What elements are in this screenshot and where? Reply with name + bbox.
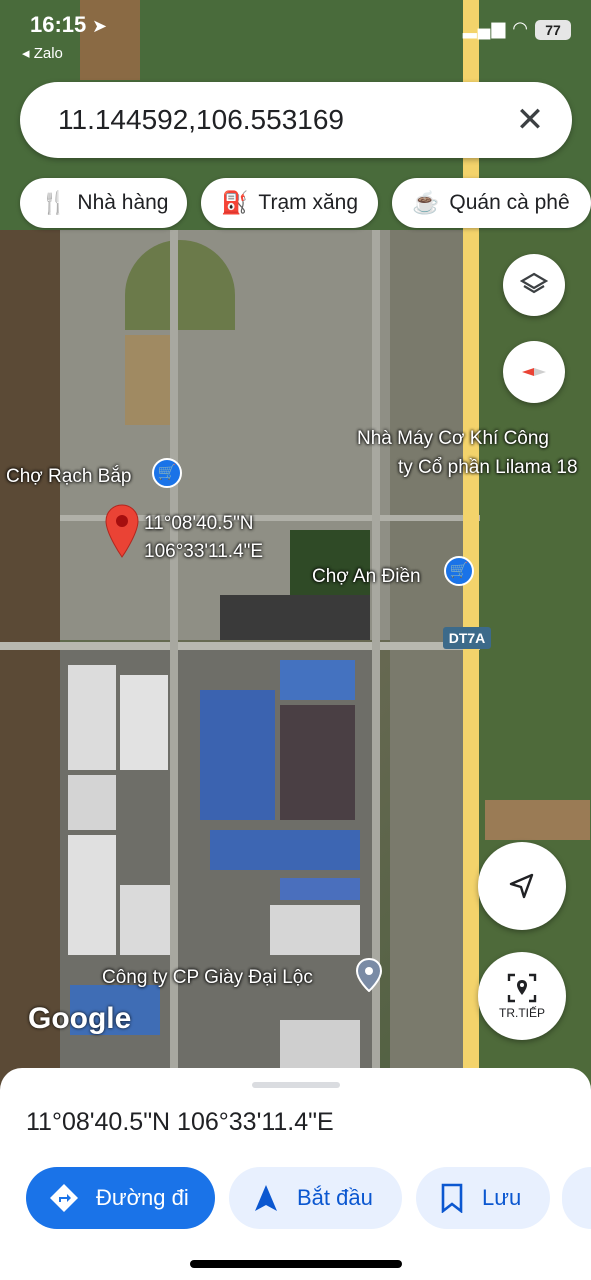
bookmark-icon — [441, 1183, 463, 1213]
compass-button[interactable] — [503, 341, 565, 403]
coffee-icon: ☕ — [412, 190, 440, 215]
status-time: 16:15 — [30, 12, 87, 37]
street-view-button[interactable]: TR.TIẾP — [478, 952, 566, 1040]
google-logo: Google — [28, 1002, 132, 1035]
location-arrow-icon: ➤ — [92, 16, 108, 36]
farm-field — [0, 230, 60, 1090]
residential-strip — [390, 230, 465, 1090]
place-label[interactable]: ty Cổ phần Lilama 18 — [398, 457, 578, 479]
blurred-area — [220, 595, 370, 640]
chip-label: Trạm xăng — [258, 191, 358, 214]
chip-coffee[interactable]: ☕ Quán cà phê — [392, 178, 591, 228]
layers-button[interactable] — [503, 254, 565, 316]
bottom-sheet[interactable]: 11°08'40.5"N 106°33'11.4"E Đường đi Bắt … — [0, 1068, 591, 1280]
search-bar[interactable]: ✕ — [20, 82, 572, 158]
chip-restaurants[interactable]: 🍴 Nhà hàng — [20, 178, 187, 228]
restaurant-icon: 🍴 — [40, 190, 68, 215]
dropped-pin-icon[interactable] — [104, 503, 140, 561]
street-view-icon — [507, 973, 537, 1003]
factory-roof — [270, 905, 360, 955]
layers-icon — [520, 272, 548, 294]
chip-label: Quán cà phê — [449, 191, 570, 214]
shopping-cart-icon[interactable]: 🛒 — [152, 458, 182, 488]
battery-indicator: 77 — [535, 20, 571, 40]
place-label[interactable]: Nhà Máy Cơ Khí Công — [357, 428, 549, 450]
blue-roof — [280, 660, 355, 700]
location-marker-icon[interactable] — [355, 957, 383, 993]
blue-roof — [280, 878, 360, 900]
signal-wifi-icon: ▂▄▆ ◠ — [462, 18, 529, 38]
drag-handle[interactable] — [252, 1082, 340, 1088]
coordinates-title: 11°08'40.5"N 106°33'11.4"E — [26, 1108, 334, 1136]
directions-icon — [50, 1184, 78, 1212]
chip-gas-stations[interactable]: ⛽ Trạm xăng — [201, 178, 378, 228]
directions-label: Đường đi — [96, 1185, 189, 1210]
factory-roof — [120, 885, 170, 955]
chip-label: Nhà hàng — [77, 191, 169, 214]
factory-roof — [120, 675, 168, 770]
road-label: DT7A — [443, 627, 491, 649]
save-button[interactable]: Lưu — [416, 1167, 550, 1229]
factory-roof — [68, 835, 116, 955]
save-label: Lưu — [482, 1185, 522, 1210]
navigation-arrow-icon — [509, 873, 534, 899]
pin-lat-label: 11°08'40.5"N — [144, 513, 254, 534]
dirt-field — [485, 800, 590, 840]
start-label: Bắt đầu — [297, 1185, 373, 1210]
road — [0, 642, 480, 650]
blue-roof — [210, 830, 360, 870]
road — [170, 230, 178, 1090]
factory-roof — [68, 775, 116, 830]
navigation-start-icon — [255, 1185, 277, 1211]
home-indicator[interactable] — [190, 1260, 402, 1268]
street-view-label: TR.TIẾP — [498, 1006, 545, 1020]
dark-roof — [280, 705, 355, 820]
place-label[interactable]: Chợ An Điền — [312, 566, 421, 588]
place-label[interactable]: Chợ Rạch Bắp — [6, 466, 131, 488]
my-location-button[interactable] — [478, 842, 566, 930]
gas-station-icon: ⛽ — [221, 190, 249, 215]
satellite-map[interactable]: Chợ Rạch Bắp 🛒 Nhà Máy Cơ Khí Công ty Cổ… — [0, 0, 591, 1090]
directions-button[interactable]: Đường đi — [26, 1167, 215, 1229]
start-button[interactable]: Bắt đầu — [229, 1167, 402, 1229]
search-input[interactable] — [58, 100, 498, 140]
highway — [463, 0, 479, 1090]
empty-lot — [125, 335, 170, 425]
factory-roof — [68, 665, 116, 770]
shopping-cart-icon[interactable]: 🛒 — [444, 556, 474, 586]
compass-icon — [522, 368, 546, 376]
back-to-app-link[interactable]: ◂ Zalo — [22, 44, 63, 62]
close-icon[interactable]: ✕ — [510, 100, 550, 140]
blue-roof — [200, 690, 275, 820]
pin-lng-label: 106°33'11.4"E — [144, 541, 264, 562]
status-bar: 16:15 ➤ ◂ Zalo ▂▄▆ ◠ 77 — [0, 8, 591, 62]
place-label[interactable]: Công ty CP Giày Đại Lộc — [102, 967, 313, 989]
more-actions-button[interactable] — [562, 1167, 591, 1229]
